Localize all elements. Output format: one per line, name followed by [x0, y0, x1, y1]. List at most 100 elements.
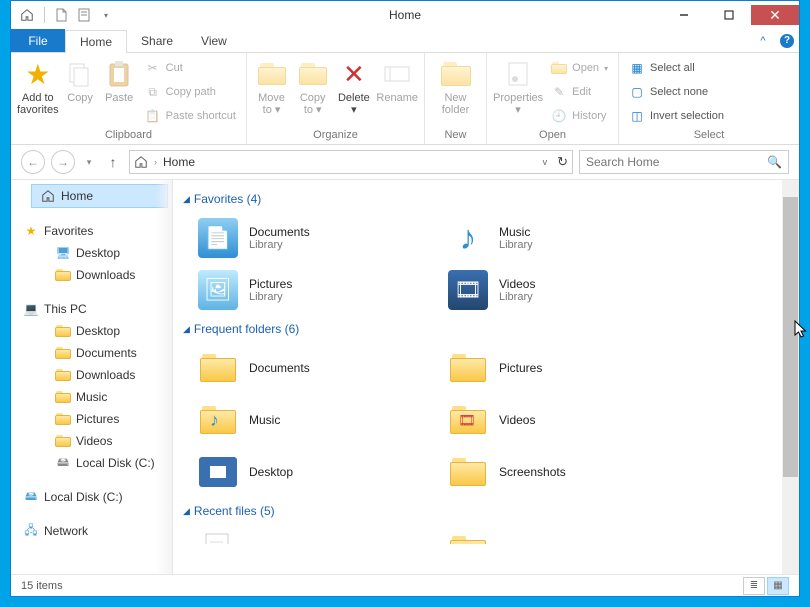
nav-downloads[interactable]: Downloads: [11, 264, 172, 286]
item-label: Screenshots: [499, 465, 566, 479]
star-icon: ★: [23, 223, 39, 239]
new-doc-icon[interactable]: [54, 7, 70, 23]
item-label: home: [249, 543, 279, 544]
nav-local-disk[interactable]: 🖴Local Disk (C:): [11, 452, 172, 474]
properties-button[interactable]: Properties▾: [493, 55, 543, 116]
copy-button[interactable]: Copy: [63, 55, 98, 104]
nav-videos[interactable]: Videos: [11, 430, 172, 452]
tab-share[interactable]: Share: [127, 29, 187, 52]
edit-button[interactable]: ✎Edit: [547, 81, 612, 103]
home-icon: [134, 155, 148, 169]
group-label: Clipboard: [17, 128, 240, 144]
section-recent[interactable]: ◢Recent files (5): [183, 504, 782, 518]
tab-view[interactable]: View: [187, 29, 241, 52]
section-favorites[interactable]: ◢Favorites (4): [183, 192, 782, 206]
cut-button[interactable]: ✂Cut: [141, 57, 240, 79]
refresh-button[interactable]: ↻: [557, 154, 568, 170]
tab-home[interactable]: Home: [65, 30, 127, 53]
collapse-icon[interactable]: ◢: [183, 506, 190, 517]
breadcrumb[interactable]: Home: [163, 155, 195, 169]
nav-favorites[interactable]: ★Favorites: [11, 220, 172, 242]
copy-to-button[interactable]: Copyto ▾: [294, 55, 331, 116]
vids-icon: 🎞: [447, 269, 489, 311]
search-icon[interactable]: 🔍: [767, 155, 782, 169]
collapse-ribbon-icon[interactable]: ^: [751, 29, 775, 52]
invert-selection-button[interactable]: ◫Invert selection: [625, 105, 728, 127]
search-input[interactable]: [586, 155, 767, 169]
qat-dropdown-icon[interactable]: ▾: [98, 7, 114, 23]
nav-music[interactable]: Music: [11, 386, 172, 408]
navigation-pane[interactable]: Home ★Favorites 🖥Desktop Downloads 💻This…: [11, 180, 173, 574]
nav-local-disk-root[interactable]: 🖴Local Disk (C:): [11, 486, 172, 508]
minimize-button[interactable]: [661, 5, 706, 25]
item-sublabel: Library: [499, 291, 535, 303]
up-button[interactable]: ↑: [103, 152, 123, 172]
content-pane[interactable]: ◢Favorites (4) 📄DocumentsLibrary♪MusicLi…: [173, 180, 782, 574]
folder-icon: [55, 367, 71, 383]
status-bar: 15 items ≣ ▦: [11, 574, 799, 596]
select-all-button[interactable]: ▦Select all: [625, 57, 728, 79]
add-to-favorites-button[interactable]: ★ Add tofavorites: [17, 55, 59, 116]
history-button[interactable]: 🕘History: [547, 105, 612, 127]
item-label: Pictures: [499, 361, 542, 375]
scrollbar-thumb[interactable]: [783, 197, 798, 477]
nav-desktop[interactable]: 🖥Desktop: [11, 242, 172, 264]
maximize-button[interactable]: [706, 5, 751, 25]
list-item[interactable]: ♪MusicLibrary: [447, 212, 697, 264]
list-item[interactable]: ProcessMonitor: [447, 524, 697, 544]
collapse-icon[interactable]: ◢: [183, 324, 190, 335]
list-item[interactable]: Screenshots: [447, 446, 697, 498]
back-button[interactable]: ←: [21, 150, 45, 174]
list-item[interactable]: home: [197, 524, 447, 544]
move-to-button[interactable]: Moveto ▾: [253, 55, 290, 116]
nav-documents[interactable]: Documents: [11, 342, 172, 364]
search-box[interactable]: 🔍: [579, 150, 789, 174]
group-label: Select: [625, 128, 793, 144]
list-item[interactable]: Pictures: [447, 342, 697, 394]
tab-file[interactable]: File: [11, 29, 65, 52]
select-none-button[interactable]: ▢Select none: [625, 81, 728, 103]
list-item[interactable]: 📄DocumentsLibrary: [197, 212, 447, 264]
rename-button[interactable]: Rename: [376, 55, 418, 104]
open-button[interactable]: Open ▾: [547, 57, 612, 79]
disk-icon: 🖴: [55, 455, 71, 471]
titlebar: ▾ Home ✕: [11, 1, 799, 29]
properties-icon[interactable]: [76, 7, 92, 23]
copy-path-button[interactable]: ⧉Copy path: [141, 81, 240, 103]
list-item[interactable]: Documents: [197, 342, 447, 394]
address-dropdown-icon[interactable]: v: [543, 157, 548, 167]
forward-button[interactable]: →: [51, 150, 75, 174]
help-button[interactable]: ?: [775, 29, 799, 52]
list-item[interactable]: 🎞Videos: [447, 394, 697, 446]
item-label: Music: [249, 413, 280, 427]
nav-desktop[interactable]: Desktop: [11, 320, 172, 342]
group-label: Organize: [253, 128, 418, 144]
recent-locations-button[interactable]: ▾: [81, 150, 97, 174]
delete-button[interactable]: ✕ Delete▾: [335, 55, 372, 116]
paste-button[interactable]: Paste: [102, 55, 137, 104]
nav-pictures[interactable]: Pictures: [11, 408, 172, 430]
nav-network[interactable]: 🖧Network: [11, 520, 172, 542]
new-folder-button[interactable]: Newfolder: [431, 55, 480, 116]
item-label: Documents: [249, 361, 310, 375]
address-bar[interactable]: › Home v ↻: [129, 150, 573, 174]
list-item[interactable]: Desktop: [197, 446, 447, 498]
details-view-button[interactable]: ≣: [743, 577, 765, 595]
item-sublabel: Library: [499, 239, 533, 251]
collapse-icon[interactable]: ◢: [183, 194, 190, 205]
home-icon[interactable]: [19, 7, 35, 23]
close-button[interactable]: ✕: [751, 5, 799, 25]
list-item[interactable]: ♪Music: [197, 394, 447, 446]
nav-downloads[interactable]: Downloads: [11, 364, 172, 386]
section-frequent[interactable]: ◢Frequent folders (6): [183, 322, 782, 336]
paste-shortcut-button[interactable]: 📋Paste shortcut: [141, 105, 240, 127]
item-sublabel: Library: [249, 239, 310, 251]
ribbon-tabs: File Home Share View ^ ?: [11, 29, 799, 53]
nav-home[interactable]: Home: [31, 184, 168, 208]
list-item[interactable]: 🖼PicturesLibrary: [197, 264, 447, 316]
item-label: Videos: [499, 277, 535, 291]
tiles-view-button[interactable]: ▦: [767, 577, 789, 595]
list-item[interactable]: 🎞 VideosLibrary: [447, 264, 697, 316]
nav-this-pc[interactable]: 💻This PC: [11, 298, 172, 320]
scrollbar[interactable]: [782, 180, 799, 574]
